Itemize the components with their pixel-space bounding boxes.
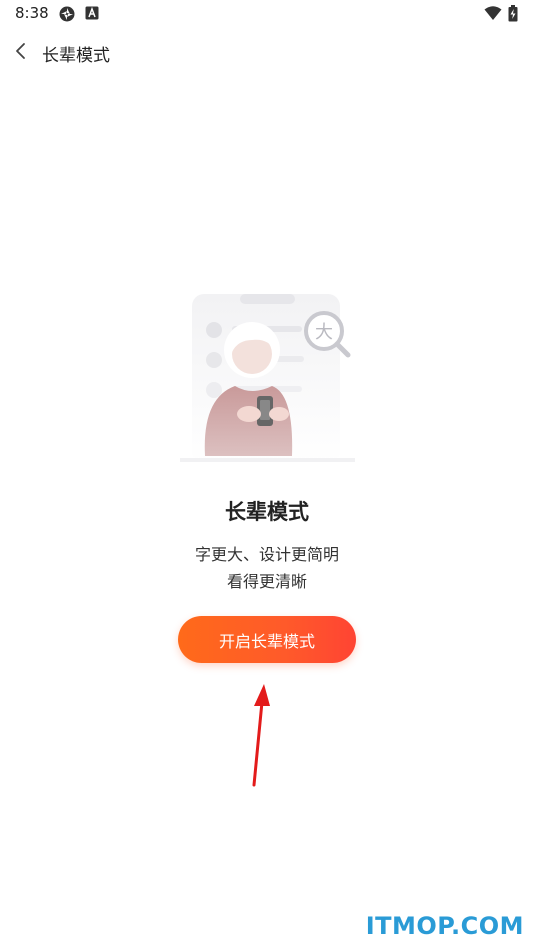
chevron-left-icon <box>16 43 25 59</box>
screen: 8:38 长辈模式 大 长辈模式 字更大、设计更简明 看得更清晰 开启长辈模式 … <box>0 0 534 950</box>
page-title: 长辈模式 <box>42 46 110 66</box>
annotation-arrow-icon <box>240 680 280 790</box>
wifi-icon <box>484 5 502 25</box>
description-line-2: 看得更清晰 <box>226 572 307 591</box>
status-time: 8:38 <box>15 4 49 22</box>
elder-mode-illustration: 大 <box>180 290 355 470</box>
magnifier-char: 大 <box>315 322 333 343</box>
back-button[interactable] <box>8 38 34 64</box>
enable-elder-mode-button[interactable]: 开启长辈模式 <box>178 616 356 663</box>
battery-icon <box>508 5 518 26</box>
status-bar: 8:38 <box>0 0 534 28</box>
watermark: ITMOP.COM <box>365 912 524 940</box>
notification-a-icon <box>85 5 99 24</box>
elder-mode-title: 长辈模式 <box>225 500 309 524</box>
nav-bar: 长辈模式 <box>0 32 534 72</box>
description-line-1: 字更大、设计更简明 <box>194 545 339 564</box>
sync-icon <box>58 5 76 27</box>
